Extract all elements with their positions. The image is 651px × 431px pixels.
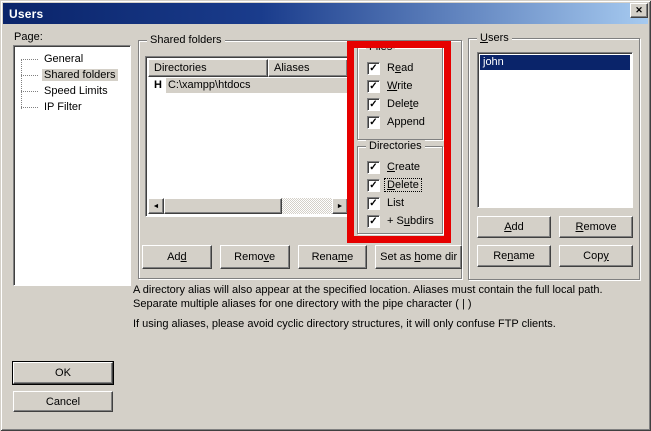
rename-user-button[interactable]: Rename bbox=[477, 245, 551, 267]
close-button[interactable]: ✕ bbox=[630, 3, 648, 18]
close-icon: ✕ bbox=[635, 5, 643, 16]
cancel-button[interactable]: Cancel bbox=[13, 391, 113, 412]
remove-directory-button[interactable]: Remove bbox=[220, 245, 290, 269]
button-label: OK bbox=[55, 367, 71, 379]
button-label: Add bbox=[504, 221, 524, 233]
checkbox-label: Delete bbox=[385, 98, 421, 110]
checkbox-checked-icon: ✓ bbox=[367, 98, 380, 111]
button-label: Add bbox=[167, 251, 187, 263]
alias-note-paragraph: A directory alias will also appear at th… bbox=[133, 283, 640, 311]
column-header-aliases[interactable]: Aliases bbox=[268, 59, 348, 77]
page-item-label: IP Filter bbox=[42, 101, 84, 113]
checkbox-label: Read bbox=[385, 62, 415, 74]
home-dir-marker: H bbox=[148, 78, 166, 93]
listview-body: H C:\xampp\htdocs bbox=[148, 77, 348, 198]
files-group-label: Files bbox=[366, 41, 395, 53]
checkbox-checked-icon: ✓ bbox=[367, 80, 380, 93]
users-list[interactable]: john bbox=[477, 52, 633, 208]
checkbox-label: List bbox=[385, 197, 406, 209]
checkbox-label: Write bbox=[385, 80, 414, 92]
files-permissions-group: Files ✓ Read ✓ Write ✓ Delete ✓ Append bbox=[357, 47, 443, 140]
users-buttons: Add Remove Rename Copy bbox=[477, 216, 633, 274]
page-item-general[interactable]: General bbox=[14, 51, 130, 67]
page-label: Page: bbox=[14, 31, 43, 43]
shared-folders-group-label: Shared folders bbox=[147, 34, 225, 46]
checkbox-label: Delete bbox=[385, 179, 421, 191]
horizontal-scrollbar[interactable]: ◄ ► bbox=[148, 198, 348, 214]
page-item-label: Speed Limits bbox=[42, 85, 110, 97]
checkbox-dirs-list[interactable]: ✓ List bbox=[367, 194, 440, 212]
scrollbar-thumb[interactable] bbox=[164, 198, 282, 214]
users-group: Users john Add Remove Rename Copy bbox=[468, 38, 640, 280]
button-label: Remove bbox=[576, 221, 617, 233]
scroll-left-button[interactable]: ◄ bbox=[148, 198, 164, 214]
checkbox-files-delete[interactable]: ✓ Delete bbox=[367, 95, 440, 113]
button-label: Cancel bbox=[46, 396, 80, 408]
listview-header: Directories Aliases bbox=[148, 59, 348, 77]
button-label: Copy bbox=[583, 250, 609, 262]
checkbox-checked-icon: ✓ bbox=[367, 215, 380, 228]
button-label: Remove bbox=[234, 251, 275, 263]
page-tree: General Shared folders Speed Limits IP F… bbox=[14, 51, 130, 115]
arrow-left-icon: ◄ bbox=[153, 203, 160, 210]
page-item-ip-filter[interactable]: IP Filter bbox=[14, 99, 130, 115]
page-item-label: General bbox=[42, 53, 85, 65]
scrollbar-track[interactable] bbox=[282, 198, 332, 214]
checkbox-label: + Subdirs bbox=[385, 215, 436, 227]
checkbox-label: Create bbox=[385, 161, 422, 173]
scroll-right-button[interactable]: ► bbox=[332, 198, 348, 214]
checkbox-dirs-delete[interactable]: ✓ Delete bbox=[367, 176, 440, 194]
rename-directory-button[interactable]: Rename bbox=[298, 245, 368, 269]
checkbox-checked-icon: ✓ bbox=[367, 116, 380, 129]
title-bar[interactable]: Users bbox=[3, 3, 648, 24]
directory-path: C:\xampp\htdocs bbox=[166, 78, 348, 93]
directories-checkbox-column: ✓ Create ✓ Delete ✓ List ✓ + Subdirs bbox=[367, 158, 440, 230]
users-dialog: Users ✕ Page: General Shared folders Spe… bbox=[0, 0, 651, 431]
directories-group-label: Directories bbox=[366, 140, 425, 152]
checkbox-files-write[interactable]: ✓ Write bbox=[367, 77, 440, 95]
checkbox-label: Append bbox=[385, 116, 427, 128]
add-user-button[interactable]: Add bbox=[477, 216, 551, 238]
directories-listview[interactable]: Directories Aliases H C:\xampp\htdocs ◄ … bbox=[145, 56, 351, 217]
button-label: Rename bbox=[493, 250, 535, 262]
files-checkbox-column: ✓ Read ✓ Write ✓ Delete ✓ Append bbox=[367, 59, 440, 131]
alias-note-paragraph: If using aliases, please avoid cyclic di… bbox=[133, 317, 640, 331]
page-list[interactable]: General Shared folders Speed Limits IP F… bbox=[13, 45, 131, 286]
checkbox-dirs-create[interactable]: ✓ Create bbox=[367, 158, 440, 176]
user-list-item[interactable]: john bbox=[480, 55, 630, 70]
users-group-label: Users bbox=[477, 32, 512, 44]
set-as-home-dir-button[interactable]: Set as home dir bbox=[375, 245, 462, 269]
page-item-label: Shared folders bbox=[42, 69, 118, 81]
alias-notes: A directory alias will also appear at th… bbox=[133, 283, 640, 331]
checkbox-dirs-subdirs[interactable]: ✓ + Subdirs bbox=[367, 212, 440, 230]
remove-user-button[interactable]: Remove bbox=[559, 216, 633, 238]
page-item-shared-folders[interactable]: Shared folders bbox=[14, 67, 130, 83]
button-label: Set as home dir bbox=[380, 251, 457, 263]
checkbox-files-read[interactable]: ✓ Read bbox=[367, 59, 440, 77]
checkbox-checked-icon: ✓ bbox=[367, 161, 380, 174]
checkbox-files-append[interactable]: ✓ Append bbox=[367, 113, 440, 131]
checkbox-checked-icon: ✓ bbox=[367, 179, 380, 192]
button-label: Rename bbox=[312, 251, 354, 263]
directories-permissions-group: Directories ✓ Create ✓ Delete ✓ List ✓ +… bbox=[357, 146, 443, 234]
ok-button[interactable]: OK bbox=[13, 362, 113, 384]
checkbox-checked-icon: ✓ bbox=[367, 197, 380, 210]
directory-row[interactable]: H C:\xampp\htdocs bbox=[148, 77, 348, 93]
page-item-speed-limits[interactable]: Speed Limits bbox=[14, 83, 130, 99]
add-directory-button[interactable]: Add bbox=[142, 245, 212, 269]
shared-folders-buttons: Add Remove Rename Set as home dir bbox=[142, 245, 462, 269]
column-header-directories[interactable]: Directories bbox=[148, 59, 268, 77]
checkbox-checked-icon: ✓ bbox=[367, 62, 380, 75]
copy-user-button[interactable]: Copy bbox=[559, 245, 633, 267]
window-title: Users bbox=[9, 7, 43, 21]
arrow-right-icon: ► bbox=[337, 203, 344, 210]
